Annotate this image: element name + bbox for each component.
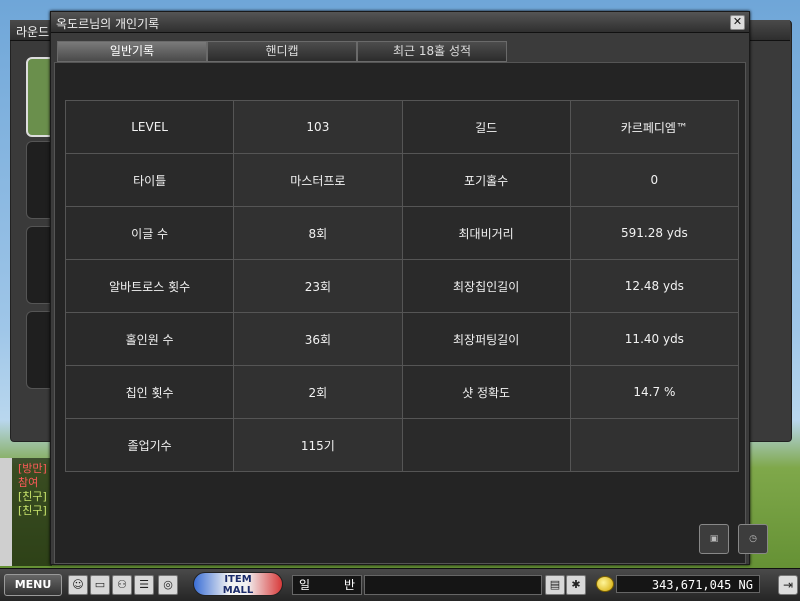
channel-label-a: 일 xyxy=(299,578,311,592)
stat-label: 타이틀 xyxy=(64,153,235,207)
stat-label: 졸업기수 xyxy=(64,418,235,472)
dialog-title: 옥도르님의 개인기록 xyxy=(56,17,160,31)
stat-value: 카르페디엠™ xyxy=(569,100,740,154)
stat-value: 11.40 yds xyxy=(569,312,740,366)
channel-label-b: 반 xyxy=(343,578,355,592)
dialog-titlebar[interactable]: 옥도르님의 개인기록 ✕ xyxy=(51,12,749,33)
group-icon[interactable]: ⚇ xyxy=(112,575,132,595)
tab-general-record[interactable]: 일반기록 xyxy=(57,41,207,62)
stat-value: 2회 xyxy=(233,365,403,419)
table-row: 칩인 횟수 2회 샷 정확도 14.7 % xyxy=(64,365,740,419)
stat-value: 36회 xyxy=(233,312,403,366)
person-icon[interactable]: ☺ xyxy=(68,575,88,595)
stat-label: 홀인원 수 xyxy=(64,312,235,366)
money-display: 343,671,045 NG xyxy=(616,575,760,593)
chat-box: [방만] 참여 [친구] [친구] xyxy=(0,458,52,566)
item-mall-label-bottom: MALL xyxy=(222,585,254,596)
stat-value: 14.7 % xyxy=(569,365,740,419)
close-button[interactable]: ✕ xyxy=(730,15,745,30)
table-row: 졸업기수 115기 xyxy=(64,418,740,472)
chat-input[interactable] xyxy=(364,575,542,595)
stat-value: 마스터프로 xyxy=(233,153,403,207)
gear-icon[interactable]: ✱ xyxy=(566,575,586,595)
background-window-title: 라운드 xyxy=(16,25,50,39)
tab-recent-18-holes[interactable]: 최근 18홀 성적 xyxy=(357,41,507,62)
stat-value: 103 xyxy=(233,100,403,154)
stat-label: 최장칩인길이 xyxy=(401,259,571,313)
table-row: 홀인원 수 36회 최장퍼팅길이 11.40 yds xyxy=(64,312,740,366)
chat-line: [친구] xyxy=(18,504,47,517)
item-mall-label-top: ITEM xyxy=(224,574,252,585)
stat-label: 최대비거리 xyxy=(401,206,571,260)
stat-value: 12.48 yds xyxy=(569,259,740,313)
item-mall-button[interactable]: ITEM MALL xyxy=(193,572,283,596)
stat-value: 23회 xyxy=(233,259,403,313)
list-icon[interactable]: ☰ xyxy=(134,575,154,595)
screenshot-icon[interactable]: ▣ xyxy=(699,524,729,554)
table-row: 타이틀 마스터프로 포기홀수 0 xyxy=(64,153,740,207)
tab-handicap[interactable]: 핸디캡 xyxy=(207,41,357,62)
chat-log-icon[interactable]: ▤ xyxy=(545,575,565,595)
record-content: LEVEL 103 길드 카르페디엠™ 타이틀 마스터프로 포기홀수 0 이글 … xyxy=(54,62,768,564)
menu-button[interactable]: MENU xyxy=(4,574,62,596)
personal-record-dialog: 옥도르님의 개인기록 ✕ 일반기록 핸디캡 최근 18홀 성적 LEVEL 10… xyxy=(50,11,768,565)
stat-label: LEVEL xyxy=(64,100,235,154)
target-icon[interactable]: ◎ xyxy=(158,575,178,595)
table-row: LEVEL 103 길드 카르페디엠™ xyxy=(64,100,740,154)
coin-icon xyxy=(596,576,614,592)
stat-value: 115기 xyxy=(233,418,403,472)
table-row: 이글 수 8회 최대비거리 591.28 yds xyxy=(64,206,740,260)
records-table: LEVEL 103 길드 카르페디엠™ 타이틀 마스터프로 포기홀수 0 이글 … xyxy=(64,100,740,472)
bottom-toolbar: MENU ☺ ▭ ⚇ ☰ ◎ ITEM MALL 일 반 ▤ ✱ 343,671… xyxy=(0,568,800,601)
stat-value: 0 xyxy=(569,153,740,207)
stat-label: 길드 xyxy=(401,100,571,154)
stat-label: 최장퍼팅길이 xyxy=(401,312,571,366)
exit-icon[interactable]: ⇥ xyxy=(778,575,798,595)
clock-icon[interactable]: ◷ xyxy=(738,524,768,554)
table-row: 알바트로스 횟수 23회 최장칩인길이 12.48 yds xyxy=(64,259,740,313)
stat-label xyxy=(401,418,571,472)
stat-value: 8회 xyxy=(233,206,403,260)
bag-icon[interactable]: ▭ xyxy=(90,575,110,595)
chat-scrollbar[interactable] xyxy=(0,458,12,566)
stat-value xyxy=(569,418,740,472)
stat-label: 샷 정확도 xyxy=(401,365,571,419)
chat-channel-select[interactable]: 일 반 xyxy=(292,575,362,595)
stat-value: 591.28 yds xyxy=(569,206,740,260)
stat-label: 포기홀수 xyxy=(401,153,571,207)
stat-label: 칩인 횟수 xyxy=(64,365,235,419)
stat-label: 이글 수 xyxy=(64,206,235,260)
stat-label: 알바트로스 횟수 xyxy=(64,259,235,313)
